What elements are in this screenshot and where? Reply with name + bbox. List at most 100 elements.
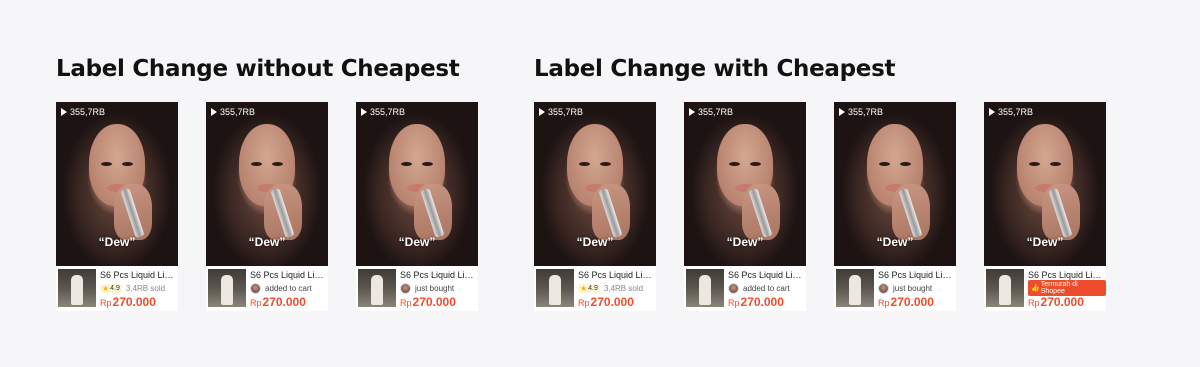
price-currency: Rp (878, 298, 890, 308)
activity-label: added to cart (743, 283, 790, 293)
play-icon (539, 108, 545, 116)
view-count: 355,7RB (211, 107, 255, 117)
rating-pill: ★ 4.9 (100, 283, 122, 293)
price-value: 270.000 (740, 295, 784, 309)
star-icon: ★ (102, 283, 110, 293)
rating-value: 4.9 (110, 284, 120, 292)
activity-label: just bought (415, 283, 455, 293)
product-label: added to cart (728, 282, 790, 294)
product-price: Rp270.000 (878, 295, 934, 309)
view-count-value: 355,7RB (698, 107, 734, 117)
product-name[interactable]: S6 Pcs Liquid Lip... (1028, 270, 1104, 280)
product-price: Rp270.000 (250, 295, 306, 309)
view-count: 355,7RB (989, 107, 1033, 117)
product-name[interactable]: S6 Pcs Liquid Lip... (400, 270, 476, 280)
view-count-value: 355,7RB (220, 107, 256, 117)
view-count-value: 355,7RB (848, 107, 884, 117)
view-count: 355,7RB (539, 107, 583, 117)
view-count-value: 355,7RB (70, 107, 106, 117)
section-title-with-cheapest: Label Change with Cheapest (534, 56, 896, 82)
view-count: 355,7RB (839, 107, 883, 117)
avatar-icon (250, 282, 261, 294)
product-label: just bought (400, 282, 454, 294)
product-price: Rp270.000 (728, 295, 784, 309)
badge-label: Termurah di Shopee (1040, 281, 1078, 295)
product-name[interactable]: S6 Pcs Liquid Lip... (878, 270, 954, 280)
video-caption: “Dew” (1026, 235, 1064, 249)
product-label: just bought (878, 282, 932, 294)
product-price: Rp270.000 (578, 295, 634, 309)
video-card[interactable]: 355,7RB “Dew” S6 Pcs Liquid Lip... added… (206, 102, 328, 311)
product-label: ★ 4.9 3,4RB sold (578, 282, 643, 294)
play-icon (839, 108, 845, 116)
avatar-icon (728, 282, 739, 294)
video-thumbnail[interactable]: 355,7RB “Dew” (834, 102, 956, 266)
price-value: 270.000 (412, 295, 456, 309)
product-thumbnail[interactable] (686, 269, 724, 307)
price-value: 270.000 (590, 295, 634, 309)
play-icon (361, 108, 367, 116)
product-price: Rp270.000 (1028, 295, 1084, 309)
product-label: 👍 Termurah di Shopee (1028, 280, 1106, 296)
price-value: 270.000 (262, 295, 306, 309)
video-caption: “Dew” (398, 235, 436, 249)
product-thumbnail[interactable] (836, 269, 874, 307)
view-count-value: 355,7RB (370, 107, 406, 117)
sold-count: 3,4RB sold (603, 283, 644, 293)
video-card[interactable]: 355,7RB “Dew” S6 Pcs Liquid Lip... ★ 4.9 3… (534, 102, 656, 311)
video-card[interactable]: 355,7RB “Dew” S6 Pcs Liquid Lip... just … (356, 102, 478, 311)
video-caption: “Dew” (876, 235, 914, 249)
product-thumbnail[interactable] (358, 269, 396, 307)
activity-label: just bought (893, 283, 933, 293)
price-value: 270.000 (890, 295, 934, 309)
price-value: 270.000 (112, 295, 156, 309)
product-thumbnail[interactable] (536, 269, 574, 307)
video-card[interactable]: 355,7RB “Dew” S6 Pcs Liquid Lip... 👍 Term… (984, 102, 1106, 311)
price-currency: Rp (400, 298, 412, 308)
product-thumbnail[interactable] (58, 269, 96, 307)
product-label: added to cart (250, 282, 312, 294)
view-count: 355,7RB (61, 107, 105, 117)
play-icon (211, 108, 217, 116)
product-name[interactable]: S6 Pcs Liquid Lip... (578, 270, 654, 280)
video-thumbnail[interactable]: 355,7RB “Dew” (206, 102, 328, 266)
product-price: Rp270.000 (100, 295, 156, 309)
rating-value: 4.9 (588, 284, 598, 292)
video-thumbnail[interactable]: 355,7RB “Dew” (534, 102, 656, 266)
price-currency: Rp (100, 298, 112, 308)
video-thumbnail[interactable]: 355,7RB “Dew” (56, 102, 178, 266)
avatar-icon (400, 282, 411, 294)
price-currency: Rp (1028, 298, 1040, 308)
play-icon (989, 108, 995, 116)
video-caption: “Dew” (248, 235, 286, 249)
thumbs-up-icon: 👍 (1031, 285, 1040, 292)
cheapest-badge: 👍 Termurah di Shopee (1028, 280, 1106, 296)
sold-count: 3,4RB sold (125, 283, 166, 293)
section-title-without-cheapest: Label Change without Cheapest (56, 56, 460, 82)
video-thumbnail[interactable]: 355,7RB “Dew” (356, 102, 478, 266)
price-value: 270.000 (1040, 295, 1084, 309)
play-icon (689, 108, 695, 116)
video-caption: “Dew” (726, 235, 764, 249)
product-label: ★ 4.9 3,4RB sold (100, 282, 165, 294)
video-caption: “Dew” (576, 235, 614, 249)
video-card[interactable]: 355,7RB “Dew” S6 Pcs Liquid Lip... just … (834, 102, 956, 311)
view-count-value: 355,7RB (548, 107, 584, 117)
avatar-icon (878, 282, 889, 294)
play-icon (61, 108, 67, 116)
price-currency: Rp (250, 298, 262, 308)
product-name[interactable]: S6 Pcs Liquid Lip... (100, 270, 176, 280)
product-name[interactable]: S6 Pcs Liquid Lip... (250, 270, 326, 280)
price-currency: Rp (728, 298, 740, 308)
video-card[interactable]: 355,7RB “Dew” S6 Pcs Liquid Lip... ★ 4.9 3… (56, 102, 178, 311)
video-caption: “Dew” (98, 235, 136, 249)
product-thumbnail[interactable] (986, 269, 1024, 307)
video-thumbnail[interactable]: 355,7RB “Dew” (684, 102, 806, 266)
product-thumbnail[interactable] (208, 269, 246, 307)
video-thumbnail[interactable]: 355,7RB “Dew” (984, 102, 1106, 266)
video-card[interactable]: 355,7RB “Dew” S6 Pcs Liquid Lip... added… (684, 102, 806, 311)
view-count: 355,7RB (361, 107, 405, 117)
activity-label: added to cart (265, 283, 312, 293)
price-currency: Rp (578, 298, 590, 308)
product-name[interactable]: S6 Pcs Liquid Lip... (728, 270, 804, 280)
